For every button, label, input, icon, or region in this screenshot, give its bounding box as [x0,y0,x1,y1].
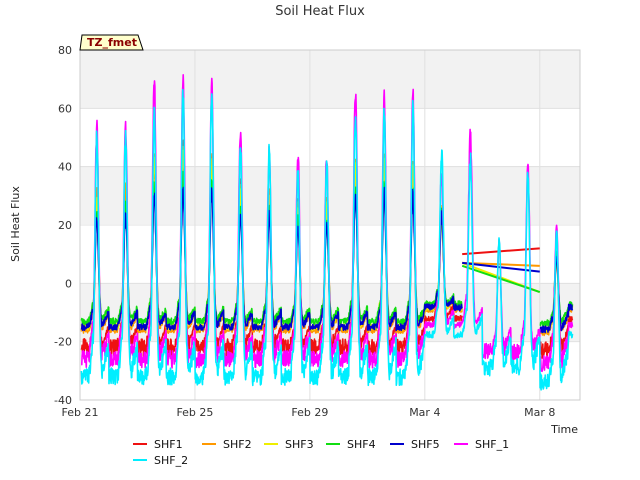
legend-label-SHF_1: SHF_1 [475,438,509,451]
legend: SHF1 SHF2 SHF3 SHF4 SHF5 SHF_1 SHF_2 [133,438,509,467]
legend-label-SHF_2: SHF_2 [154,454,188,467]
y-axis-label: Soil Heat Flux [9,186,22,262]
y-tick-label: -20 [54,336,72,349]
soil-heat-flux-chart: -40-20020406080Feb 21 Feb 25 Feb 29 Mar 4 Ma… [9,4,581,467]
chart-title: Soil Heat Flux [275,4,365,19]
y-tick-label: 0 [65,277,72,290]
y-tick-label: 80 [58,44,72,57]
tz-badge-label: TZ_fmet [87,36,137,49]
x-axis-label: Time [550,423,578,436]
y-tick-label: 20 [58,219,72,232]
legend-label-SHF4: SHF4 [347,438,376,451]
legend-label-SHF2: SHF2 [223,438,252,451]
legend-label-SHF3: SHF3 [285,438,314,451]
y-tick-label: 40 [58,161,72,174]
x-tick-label: Mar 4 [409,406,440,419]
x-tick-label: Mar 8 [524,406,555,419]
y-tick-label: 60 [58,102,72,115]
tz-badge: TZ_fmet [79,34,144,51]
x-tick-label: Feb 25 [176,406,213,419]
legend-label-SHF5: SHF5 [411,438,440,451]
x-tick-label: Feb 29 [291,406,328,419]
legend-label-SHF1: SHF1 [154,438,183,451]
x-tick-label: Feb 21 [62,406,99,419]
